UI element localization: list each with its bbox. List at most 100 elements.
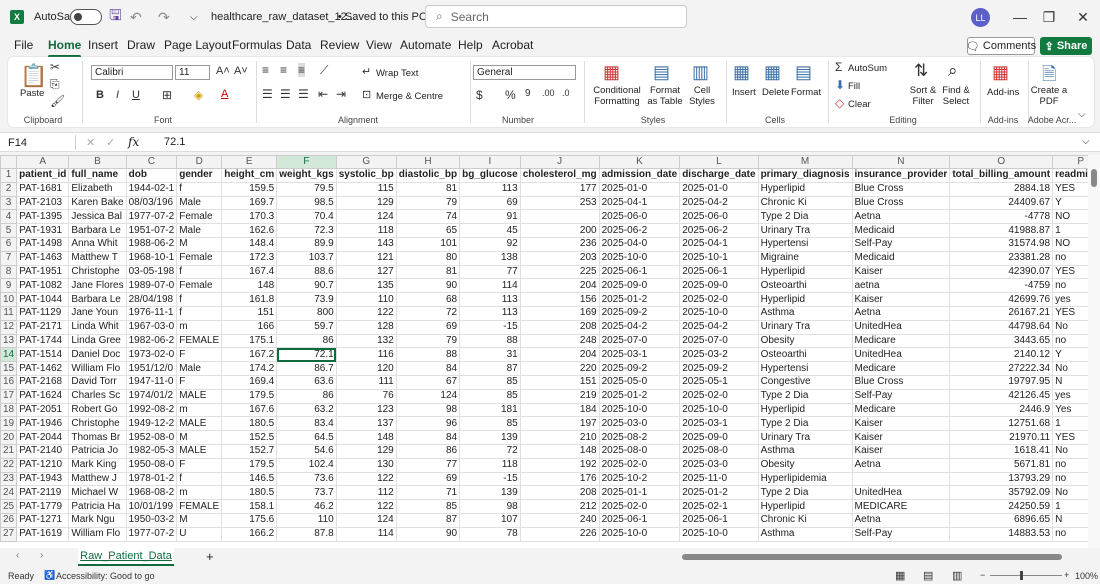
cell[interactable]: total_billing_amount (949, 168, 1054, 183)
row-header[interactable]: 21 (0, 443, 18, 459)
cell[interactable]: 200 (519, 223, 600, 238)
currency-icon[interactable]: $ (476, 88, 483, 102)
cell[interactable]: 172.3 (221, 250, 278, 266)
cell[interactable]: 113 (459, 292, 521, 307)
cell[interactable]: William Flo (68, 526, 127, 542)
cell[interactable]: Matthew J (68, 471, 127, 487)
cell[interactable]: Female (176, 209, 223, 225)
cell[interactable]: 85 (459, 374, 521, 390)
cell[interactable]: Aetna (851, 209, 951, 225)
cell[interactable]: 59.7 (276, 319, 337, 335)
cell[interactable]: 2025-02-0 (679, 292, 759, 307)
redo-icon[interactable]: ↷ (158, 0, 170, 34)
cell[interactable]: 2025-05-0 (598, 374, 681, 390)
cell[interactable]: 21970.11 (949, 430, 1054, 445)
cell[interactable]: 1982-05-3 (125, 443, 178, 459)
cell[interactable]: Barbara Le (68, 292, 127, 307)
column-header[interactable]: P (1052, 155, 1088, 169)
italic-icon[interactable]: I (116, 89, 119, 101)
cell[interactable]: insurance_provider (851, 168, 951, 183)
next-sheet-icon[interactable]: › (40, 550, 43, 561)
cell[interactable]: 74 (395, 209, 461, 225)
row-header[interactable]: 10 (0, 292, 18, 307)
cell[interactable]: 197 (519, 416, 600, 432)
cell[interactable]: 73.9 (276, 292, 337, 307)
cell[interactable]: 2025-06-1 (679, 264, 759, 280)
cell[interactable]: 2025-01-0 (679, 181, 759, 197)
cell[interactable]: 2025-06-1 (679, 512, 759, 528)
cell[interactable]: 2025-06-0 (598, 209, 681, 225)
cell[interactable]: UnitedHea (851, 347, 951, 363)
cell[interactable]: Urinary Tra (757, 223, 853, 238)
cell[interactable]: Barbara Le (68, 223, 127, 238)
cell[interactable]: 86 (276, 333, 337, 349)
column-header[interactable]: O (949, 155, 1054, 169)
cell[interactable]: 158.1 (221, 499, 278, 514)
cell[interactable]: 98 (459, 499, 521, 514)
cell[interactable]: Hyperlipid (757, 292, 853, 307)
cell[interactable]: 72 (459, 443, 521, 459)
cell[interactable]: Aetna (851, 512, 951, 528)
cell[interactable]: 2025-01-2 (598, 292, 681, 307)
cell[interactable]: 31574.98 (949, 236, 1054, 252)
format-as-table-button[interactable]: Format as Table (644, 85, 686, 107)
cell[interactable]: 148 (335, 430, 397, 445)
cell[interactable]: 79.5 (276, 181, 337, 197)
select-all-corner[interactable] (0, 155, 18, 169)
cell[interactable]: 179.5 (221, 457, 278, 473)
cell[interactable]: Y (1052, 347, 1088, 363)
cell[interactable]: no (1052, 526, 1088, 542)
row-header[interactable]: 24 (0, 485, 18, 501)
conditional-formatting-button[interactable]: Conditional Formatting (588, 85, 646, 107)
cell[interactable]: 69 (459, 195, 521, 211)
cell[interactable]: Jessica Bal (68, 209, 127, 225)
cell[interactable]: U (176, 526, 223, 542)
cell[interactable]: Type 2 Dia (757, 416, 853, 432)
cell[interactable]: 79 (395, 333, 461, 349)
cell[interactable]: PAT-1129 (16, 305, 70, 321)
cell[interactable]: 88.6 (276, 264, 337, 280)
cell[interactable]: systolic_bp (335, 168, 397, 183)
paste-button[interactable]: Paste (20, 88, 44, 99)
tab-home[interactable]: Home (48, 38, 82, 58)
cell[interactable]: 64.5 (276, 430, 337, 445)
conditional-formatting-icon[interactable]: ▦ (603, 62, 620, 83)
cell[interactable]: 2025-03-2 (679, 347, 759, 363)
cell[interactable]: PAT-1498 (16, 236, 70, 252)
cell[interactable]: gender (176, 168, 223, 183)
cell[interactable]: no (1052, 333, 1088, 349)
cell[interactable]: height_cm (221, 168, 278, 183)
cell[interactable]: 166 (221, 319, 278, 335)
comments-button[interactable]: 🗨 Comments (966, 37, 1036, 55)
comma-icon[interactable]: 9 (525, 88, 531, 99)
sort-filter-button[interactable]: Sort & Filter (908, 85, 938, 107)
paste-icon[interactable]: 📋 (20, 63, 47, 89)
name-box[interactable]: F14 (8, 135, 76, 150)
cell[interactable]: 124 (395, 388, 461, 404)
cell[interactable]: Patricia Jo (68, 443, 127, 459)
cell[interactable]: Blue Cross (851, 181, 951, 197)
cell[interactable]: 2025-06-2 (679, 223, 759, 238)
cell[interactable]: 90 (395, 278, 461, 294)
cell[interactable]: PAT-1931 (16, 223, 70, 238)
cell[interactable]: 87.8 (276, 526, 337, 542)
cell[interactable]: Robert Go (68, 402, 127, 418)
cell[interactable]: No (1052, 443, 1088, 459)
cell-table[interactable]: ABCDEFGHIJKLMNOPQRSTUVW1patient_idfull_n… (0, 155, 1088, 542)
cell[interactable]: 148.4 (221, 236, 278, 252)
cell[interactable]: Hyperlipid (757, 499, 853, 514)
cell[interactable]: 96 (395, 416, 461, 432)
cell[interactable]: 1951-07-2 (125, 223, 178, 238)
row-header[interactable]: 26 (0, 512, 18, 528)
cell[interactable]: 129 (335, 195, 397, 211)
cell[interactable]: 167.4 (221, 264, 278, 280)
cell[interactable]: Kaiser (851, 416, 951, 432)
cell[interactable]: 73.7 (276, 485, 337, 501)
cell[interactable]: 3443.65 (949, 333, 1054, 349)
cell[interactable]: Christophe (68, 416, 127, 432)
cell[interactable]: 169 (519, 305, 600, 321)
cell[interactable]: 114 (459, 278, 521, 294)
cell[interactable]: 88 (459, 333, 521, 349)
cell[interactable]: 2025-03-0 (679, 457, 759, 473)
cell[interactable]: Blue Cross (851, 195, 951, 211)
